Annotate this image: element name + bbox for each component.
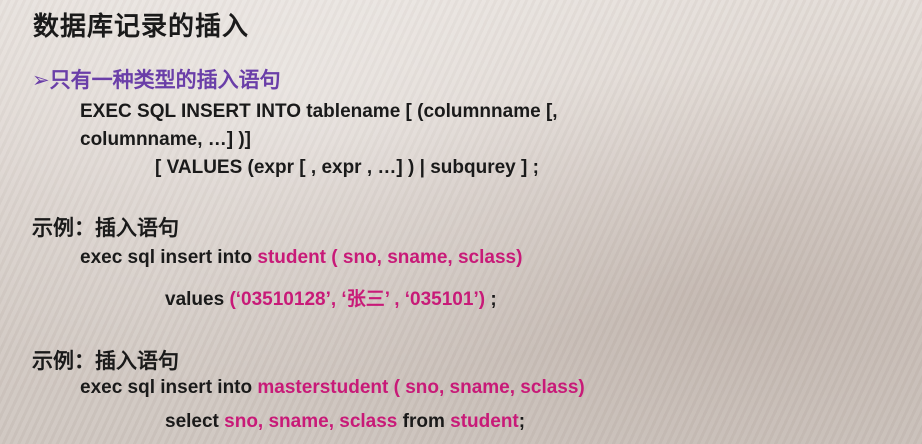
example-2-select-keyword: select [165,411,225,432]
example-1-insert-line: exec sql insert into student ( sno, snam… [80,247,522,269]
syntax-line-1: EXEC SQL INSERT INTO tablename [ (column… [80,101,558,122]
example-1-values-keyword: values [165,289,230,310]
example-2-label: 示例：插入语句 [32,350,179,373]
syntax-line-2: columnname, …] )] [80,129,252,150]
example-2-select-line: select sno, sname, sclass from student; [165,411,525,433]
example-1-table: student ( sno, sname, sclass) [257,247,523,268]
example-2-columns: sno, sname, sclass [224,411,398,432]
example-1-values-end: ; [485,289,497,310]
example-2-source-table: student [450,411,519,432]
example-2-table: masterstudent ( sno, sname, sclass) [257,377,585,398]
slide: 数据库记录的插入 ➢只有一种类型的插入语句 EXEC SQL INSERT IN… [0,0,922,444]
example-2-end: ; [518,411,526,432]
example-1-values: (‘03510128’, ‘张三’ , ‘035101’) [229,289,486,310]
slide-title: 数据库记录的插入 [33,11,250,41]
example-1-values-line: values (‘03510128’, ‘张三’ , ‘035101’) ; [165,284,497,311]
example-1-insert-prefix: exec sql insert into [80,247,258,268]
bullet-heading: ➢只有一种类型的插入语句 [32,69,281,92]
example-2-insert-prefix: exec sql insert into [80,377,258,398]
example-2-from-keyword: from [397,411,451,432]
syntax-line-3: [ VALUES (expr [ , expr , …] ) | subqure… [155,157,539,178]
example-1-label: 示例：插入语句 [32,217,179,240]
example-2-insert-line: exec sql insert into masterstudent ( sno… [80,377,585,399]
